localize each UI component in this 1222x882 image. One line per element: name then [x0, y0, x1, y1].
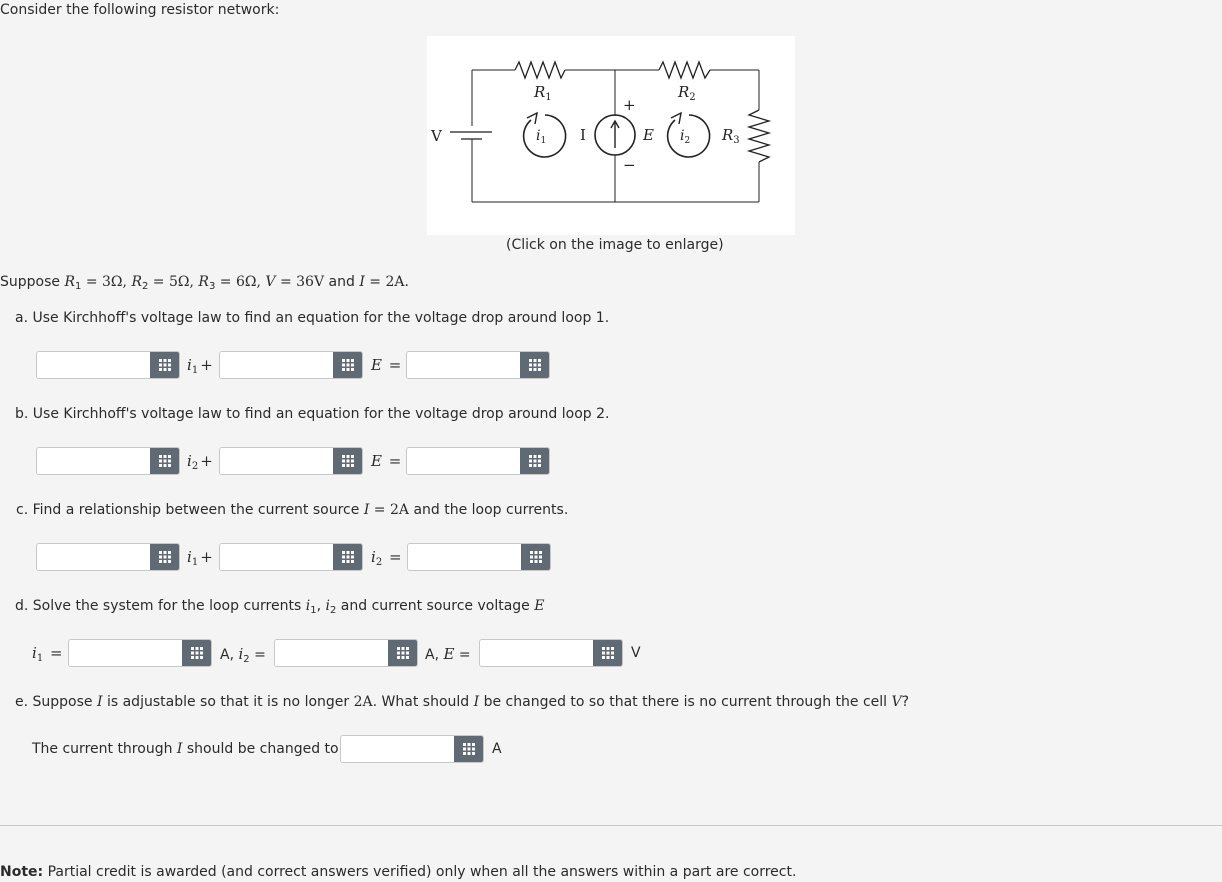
calculator-button[interactable] — [150, 352, 179, 378]
label-minus: − — [623, 156, 636, 174]
part-d-i2-answer[interactable] — [275, 640, 388, 666]
calculator-button[interactable] — [520, 352, 549, 378]
circuit-figure[interactable]: V I + − R1 R2 R3 E i1 i2 — [427, 36, 795, 235]
label-i2: i2 — [680, 128, 690, 146]
calculator-button[interactable] — [150, 448, 179, 474]
grid-icon — [396, 647, 409, 659]
calculator-button[interactable] — [593, 640, 622, 666]
grid-icon — [341, 551, 354, 563]
part-a-input-1 — [36, 351, 180, 379]
part-d-mid-i2: A, i2 = — [220, 645, 266, 665]
part-b-coef-e[interactable] — [220, 448, 333, 474]
label-r3: R3 — [721, 126, 740, 146]
figure-caption: (Click on the image to enlarge) — [506, 237, 724, 253]
calculator-button[interactable] — [333, 448, 362, 474]
part-c-rhs[interactable] — [408, 544, 521, 570]
grid-icon — [601, 647, 614, 659]
part-e-input — [340, 735, 484, 763]
label-e: E — [642, 126, 654, 144]
grid-icon — [158, 359, 171, 371]
part-a-coef-i1[interactable] — [37, 352, 150, 378]
grid-icon — [158, 455, 171, 467]
part-d-lead-i1: i1 = — [32, 644, 63, 664]
part-a-term-e: E = — [371, 356, 402, 374]
part-c-input-2 — [219, 543, 363, 571]
part-b-term-i2: i2 + — [187, 452, 213, 472]
part-b-label: b. Use Kirchhoff's voltage law to find a… — [15, 406, 610, 422]
part-b-term-e: E = — [371, 452, 402, 470]
part-c-term-i1: i1 + — [187, 548, 213, 568]
part-a-term-i1: i1 + — [187, 356, 213, 376]
part-a-rhs[interactable] — [407, 352, 520, 378]
label-r1: R1 — [533, 83, 552, 103]
part-e-current-answer[interactable] — [341, 736, 454, 762]
given-values: Suppose R1 = 3Ω, R2 = 5Ω, R3 = 6Ω, V = 3… — [0, 274, 409, 292]
grid-icon — [462, 743, 475, 755]
part-d-input-2 — [274, 639, 418, 667]
part-d-i1-answer[interactable] — [69, 640, 182, 666]
part-b-input-3 — [406, 447, 550, 475]
part-b-coef-i2[interactable] — [37, 448, 150, 474]
part-c-coef-i1[interactable] — [37, 544, 150, 570]
grid-icon — [158, 551, 171, 563]
calculator-button[interactable] — [454, 736, 483, 762]
divider — [0, 825, 1222, 826]
label-plus: + — [623, 96, 636, 114]
part-b-input-1 — [36, 447, 180, 475]
calculator-button[interactable] — [333, 352, 362, 378]
grid-icon — [528, 455, 541, 467]
calculator-button[interactable] — [388, 640, 417, 666]
part-a-label: a. Use Kirchhoff's voltage law to find a… — [15, 310, 610, 326]
part-c-input-1 — [36, 543, 180, 571]
label-v: V — [430, 127, 443, 145]
calculator-button[interactable] — [182, 640, 211, 666]
part-e-unit-a: A — [492, 741, 502, 757]
calculator-button[interactable] — [520, 448, 549, 474]
part-d-unit-v: V — [631, 645, 641, 661]
grid-icon — [341, 455, 354, 467]
calculator-button[interactable] — [333, 544, 362, 570]
label-r2: R2 — [677, 83, 696, 103]
grid-icon — [341, 359, 354, 371]
part-c-coef-i2[interactable] — [220, 544, 333, 570]
part-d-mid-e: A, E = — [425, 645, 471, 663]
part-e-label: e. Suppose I is adjustable so that it is… — [15, 694, 910, 710]
part-c-label: c. Find a relationship between the curre… — [16, 502, 569, 518]
part-d-input-3 — [479, 639, 623, 667]
part-d-input-1 — [68, 639, 212, 667]
part-a-input-3 — [406, 351, 550, 379]
calculator-button[interactable] — [521, 544, 550, 570]
part-b-input-2 — [219, 447, 363, 475]
part-c-term-i2: i2 = — [371, 548, 402, 568]
part-d-e-answer[interactable] — [480, 640, 593, 666]
part-a-input-2 — [219, 351, 363, 379]
intro-text: Consider the following resistor network: — [0, 2, 280, 18]
label-i: I — [580, 126, 586, 144]
grid-icon — [529, 551, 542, 563]
calculator-button[interactable] — [150, 544, 179, 570]
part-b-rhs[interactable] — [407, 448, 520, 474]
part-a-coef-e[interactable] — [220, 352, 333, 378]
grid-icon — [528, 359, 541, 371]
part-e-answer-label: The current through I should be changed … — [32, 741, 339, 757]
partial-credit-note: Note: Partial credit is awarded (and cor… — [0, 864, 797, 880]
part-d-label: d. Solve the system for the loop current… — [15, 598, 545, 616]
grid-icon — [190, 647, 203, 659]
label-i1: i1 — [536, 128, 546, 146]
part-c-input-3 — [407, 543, 551, 571]
circuit-diagram: V I + − R1 R2 R3 E i1 i2 — [430, 60, 772, 203]
